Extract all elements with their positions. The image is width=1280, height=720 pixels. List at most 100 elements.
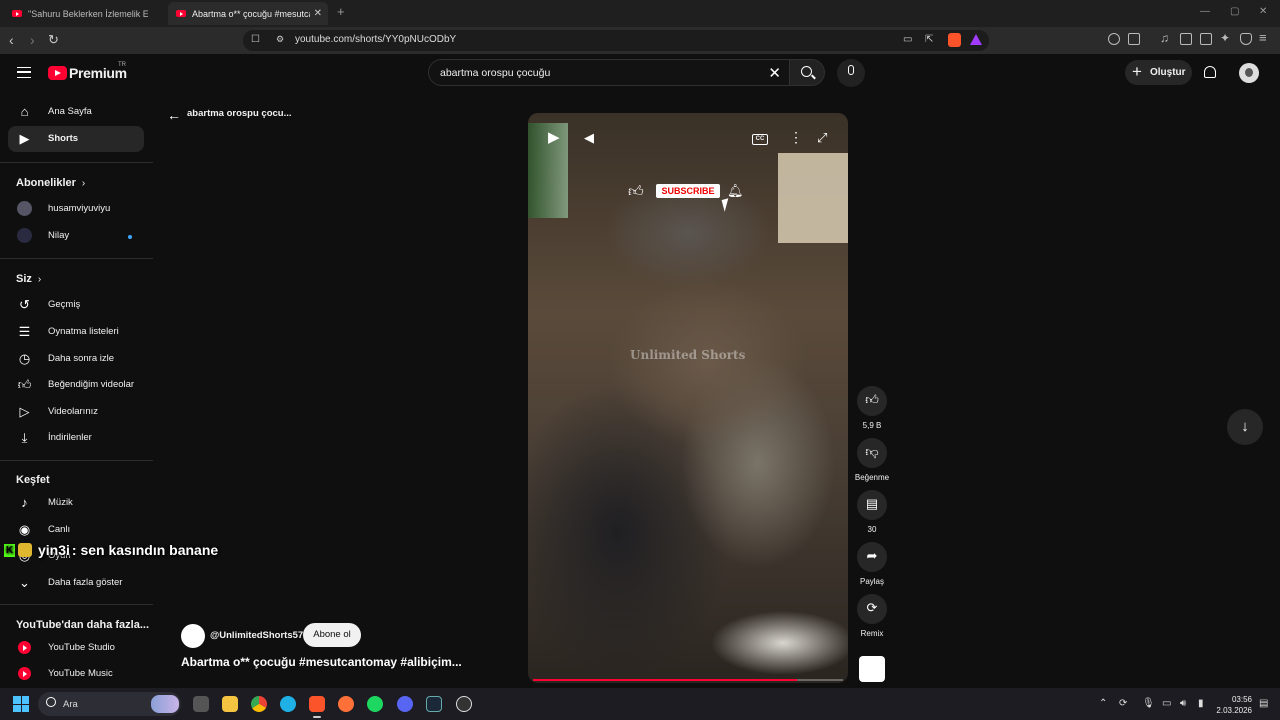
vpn-icon[interactable] [1240, 33, 1252, 45]
sidebar-item-show-more[interactable]: ⌄ Daha fazla göster [8, 570, 144, 596]
notifications-bell-icon[interactable] [1204, 66, 1216, 78]
sidebar-item-subscription[interactable]: Nilay [8, 223, 144, 249]
chevron-right-icon: › [37, 274, 42, 285]
taskbar-search[interactable]: Ara [38, 692, 181, 716]
media-icon[interactable]: ♫ [1160, 31, 1172, 45]
address-bar[interactable]: ☐ ⚙ youtube.com/shorts/YY0pNUcODbY ▭ ⇱ [243, 30, 989, 51]
steam-icon[interactable] [426, 696, 442, 712]
sidebar-item-youtube-studio[interactable]: YouTube Studio [8, 635, 144, 661]
browser-tab-bar: "Sahuru Beklerken İzlemelik Edit" Kis...… [0, 0, 1280, 27]
comments-button[interactable]: ▤ [857, 490, 887, 520]
sidebar-item-subscription[interactable]: husamviyuviyu [8, 196, 144, 222]
channel-avatar[interactable] [181, 624, 205, 648]
spotify-icon[interactable] [367, 696, 383, 712]
chevron-down-icon: ⌄ [19, 575, 30, 590]
video-thumbs-up-icon: 👍︎ [628, 183, 644, 200]
hamburger-menu-icon[interactable] [17, 67, 31, 78]
tray-chevron-icon[interactable]: ⌃ [1099, 698, 1107, 709]
brave-rewards-icon[interactable] [970, 34, 982, 45]
browser-tab-1[interactable]: "Sahuru Beklerken İzlemelik Edit" Kis... [4, 2, 164, 25]
tray-display-icon[interactable]: ▭ [1162, 698, 1171, 709]
fullscreen-icon[interactable]: ⤢ [817, 130, 827, 146]
search-input[interactable]: abartma orospu çocuğu ✕ [428, 59, 790, 86]
account-avatar[interactable] [1239, 63, 1259, 83]
notification-center-icon[interactable]: ▤ [1259, 698, 1268, 709]
home-icon: ⌂ [20, 104, 29, 119]
back-arrow-icon[interactable]: ← [167, 107, 181, 123]
task-view-icon[interactable] [193, 696, 209, 712]
tray-volume-icon[interactable]: 🔊︎ [1180, 698, 1186, 709]
sidebar-item-liked-videos[interactable]: 👍︎ Beğendiğim videolar [8, 372, 144, 398]
volume-icon[interactable]: ◀ [584, 130, 594, 146]
channel-name[interactable]: @UnlimitedShorts57 [210, 630, 303, 641]
sidebar-item-your-videos[interactable]: ▷ Videolarınız [8, 399, 144, 425]
chrome-icon[interactable] [251, 696, 267, 712]
app-icon[interactable] [456, 696, 472, 712]
tray-sync-icon[interactable]: ⟳ [1119, 698, 1127, 709]
dislike-button[interactable]: 👎︎ [857, 438, 887, 468]
like-button[interactable]: 👍︎ [857, 386, 887, 416]
sidebar-item-history[interactable]: ↺ Geçmiş [8, 292, 144, 318]
thumbs-down-icon: 👎︎ [865, 444, 879, 459]
browser-tab-2[interactable]: Abartma o** çocuğu #mesutcan... ✕ [168, 2, 328, 25]
more-options-icon[interactable]: ⋮ [789, 129, 803, 146]
site-settings-icon[interactable]: ⚙ [276, 34, 284, 45]
sidebar-divider [0, 460, 153, 461]
firefox-icon[interactable] [338, 696, 354, 712]
short-title[interactable]: Abartma o** çocuğu #mesutcantomay #alibi… [181, 655, 462, 669]
close-tab-icon[interactable]: ✕ [314, 8, 322, 19]
video-progress-bar[interactable] [533, 679, 843, 681]
sidebar-item-watch-later[interactable]: ◷ Daha sonra izle [8, 346, 144, 372]
maximize-icon[interactable]: ▢ [1230, 6, 1239, 17]
voice-search-button[interactable] [837, 59, 865, 87]
close-window-icon[interactable]: ✕ [1259, 6, 1267, 17]
search-button[interactable] [789, 59, 825, 86]
subscriptions-heading-label: Abonelikler [16, 177, 76, 189]
next-short-button[interactable]: ↓ [1227, 409, 1263, 445]
play-icon[interactable]: ▶ [548, 128, 560, 146]
sidebar-item-shorts[interactable]: ▶ Shorts [8, 126, 144, 152]
reload-icon[interactable]: ↻ [48, 32, 59, 48]
create-button[interactable]: + Oluştur [1125, 60, 1192, 85]
taskbar-clock[interactable]: 03:56 2.03.2026 [1216, 694, 1252, 716]
forward-nav-icon[interactable]: › [30, 32, 35, 48]
minimize-icon[interactable]: — [1200, 6, 1210, 17]
you-heading[interactable]: Siz › [16, 273, 41, 285]
tray-battery-icon[interactable]: ▮ [1198, 698, 1204, 709]
cast-icon[interactable]: ▭ [903, 34, 912, 45]
sidebar-item-youtube-music[interactable]: YouTube Music [8, 661, 144, 687]
search-icon [46, 697, 56, 707]
clear-search-icon[interactable]: ✕ [768, 64, 781, 82]
share-button[interactable]: ➦ [857, 542, 887, 572]
sound-channel-thumbnail[interactable] [859, 656, 885, 682]
sidebar-toggle-icon[interactable] [1180, 33, 1192, 45]
subscriptions-heading[interactable]: Abonelikler › [16, 177, 85, 189]
extensions-icon[interactable] [1108, 33, 1120, 45]
video-progress-fill [533, 679, 797, 681]
sidebar-divider [0, 604, 153, 605]
back-nav-icon[interactable]: ‹ [9, 32, 14, 48]
brave-icon[interactable] [309, 696, 325, 718]
windows-start-icon[interactable] [13, 696, 29, 712]
wallet-icon[interactable] [1200, 33, 1212, 45]
bookmark-icon[interactable]: ☐ [251, 34, 260, 45]
shorts-video-player[interactable]: ▶ ◀ CC ⋮ ⤢ 👍︎ SUBSCRIBE 🔔︎ Unlimited Sho… [528, 113, 848, 683]
edge-icon[interactable] [280, 696, 296, 712]
discord-icon[interactable] [397, 696, 413, 712]
brave-shields-icon[interactable] [948, 33, 961, 47]
tray-mic-icon[interactable]: 🎙︎ [1142, 698, 1155, 709]
sidebar-item-playlists[interactable]: ☰ Oynatma listeleri [8, 319, 144, 345]
file-explorer-icon[interactable] [222, 696, 238, 712]
leo-ai-icon[interactable]: ✦ [1220, 31, 1232, 45]
subscribe-button[interactable]: Abone ol [303, 623, 361, 647]
sidebar-item-downloads[interactable]: ⤓ İndirilenler [8, 425, 144, 451]
share-page-icon[interactable]: ⇱ [925, 34, 933, 45]
youtube-logo-icon[interactable] [48, 66, 67, 80]
captions-icon[interactable]: CC [752, 134, 768, 145]
sidebar-item-music[interactable]: ♪ Müzik [8, 490, 144, 516]
screenshot-icon[interactable] [1128, 33, 1140, 45]
remix-button[interactable]: ⟳ [857, 594, 887, 624]
menu-icon[interactable]: ≡ [1259, 30, 1271, 45]
new-tab-button[interactable]: + [337, 4, 345, 19]
sidebar-item-home[interactable]: ⌂ Ana Sayfa [8, 99, 144, 125]
